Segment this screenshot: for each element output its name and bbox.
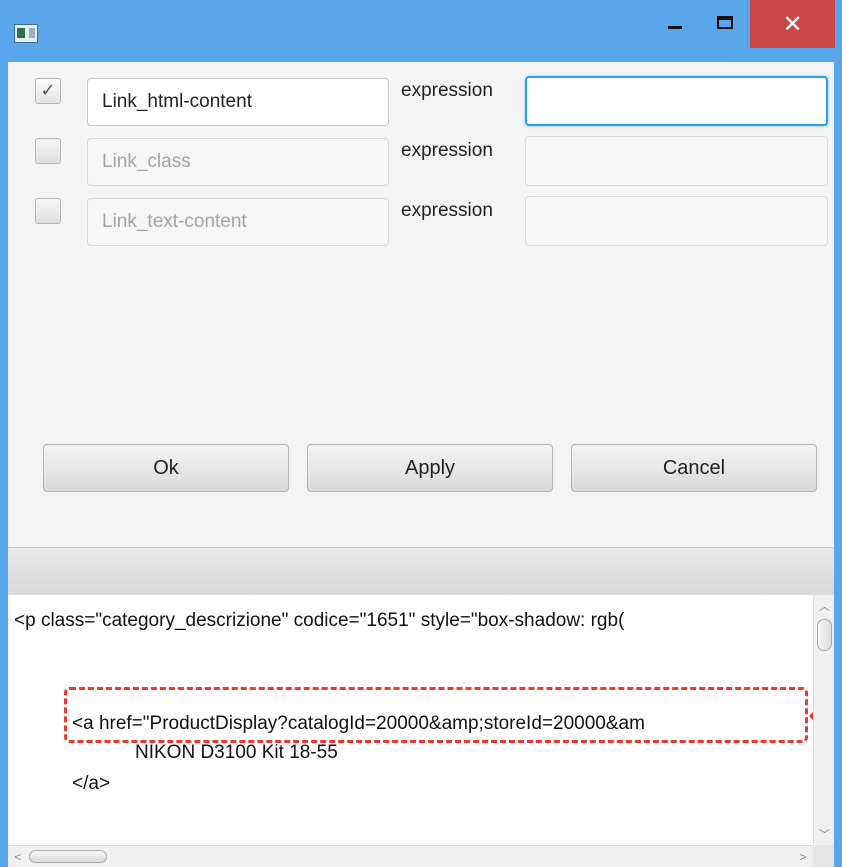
- scrollbar-corner: [813, 845, 834, 867]
- expression-label: expression: [401, 200, 493, 221]
- minimize-button[interactable]: [650, 0, 700, 45]
- field-checkbox-html-content[interactable]: ✓: [35, 78, 61, 104]
- field-row-text-content: Link_text-content expression: [8, 182, 834, 246]
- source-line: <p class="category_descrizione" codice="…: [14, 610, 625, 631]
- close-button[interactable]: ✕: [750, 0, 835, 48]
- scroll-right-icon[interactable]: >: [796, 848, 810, 865]
- field-row-class: Link_class expression: [8, 122, 834, 186]
- expression-label: expression: [401, 80, 493, 101]
- highlight-annotation: [64, 687, 808, 743]
- expression-input-html-content[interactable]: [525, 76, 828, 126]
- vertical-scrollbar[interactable]: ︿ ﹀: [813, 595, 834, 845]
- split-pane-divider[interactable]: [8, 547, 834, 597]
- horizontal-scrollbar[interactable]: < >: [8, 845, 813, 867]
- dialog-content: ✓ Link_html-content expression Link_clas…: [8, 62, 834, 867]
- expression-input-class[interactable]: [525, 136, 828, 186]
- vertical-scroll-thumb[interactable]: [817, 619, 832, 651]
- horizontal-scroll-thumb[interactable]: [29, 850, 107, 863]
- field-name-input[interactable]: Link_html-content: [87, 78, 389, 126]
- dialog-window: ✕ ✓ Link_html-content expression Link_cl…: [0, 0, 842, 867]
- scroll-left-icon[interactable]: <: [11, 848, 25, 865]
- field-checkbox-class[interactable]: [35, 138, 61, 164]
- source-line-link-text: NIKON D3100 Kit 18-55: [135, 742, 338, 763]
- html-source-view[interactable]: <p class="category_descrizione" codice="…: [8, 595, 813, 845]
- field-checkbox-text-content[interactable]: [35, 198, 61, 224]
- scroll-up-icon[interactable]: ︿: [817, 599, 832, 613]
- minimize-icon: [668, 26, 682, 29]
- cancel-button[interactable]: Cancel: [571, 444, 817, 492]
- checkmark-icon: ✓: [40, 80, 56, 101]
- apply-button[interactable]: Apply: [307, 444, 553, 492]
- field-row-html-content: ✓ Link_html-content expression: [8, 62, 834, 126]
- field-name-input[interactable]: Link_class: [87, 138, 389, 186]
- window-app-icon: [14, 24, 38, 43]
- expression-input-text-content[interactable]: [525, 196, 828, 246]
- field-mapping-panel: ✓ Link_html-content expression Link_clas…: [8, 62, 834, 547]
- field-name-input[interactable]: Link_text-content: [87, 198, 389, 246]
- title-bar[interactable]: ✕: [0, 0, 842, 62]
- expression-label: expression: [401, 140, 493, 161]
- maximize-button[interactable]: [700, 0, 750, 45]
- scroll-down-icon[interactable]: ﹀: [817, 827, 832, 841]
- ok-button[interactable]: Ok: [43, 444, 289, 492]
- close-icon: ✕: [782, 10, 803, 38]
- source-line-close-tag: </a>: [72, 773, 111, 794]
- maximize-icon: [717, 16, 733, 29]
